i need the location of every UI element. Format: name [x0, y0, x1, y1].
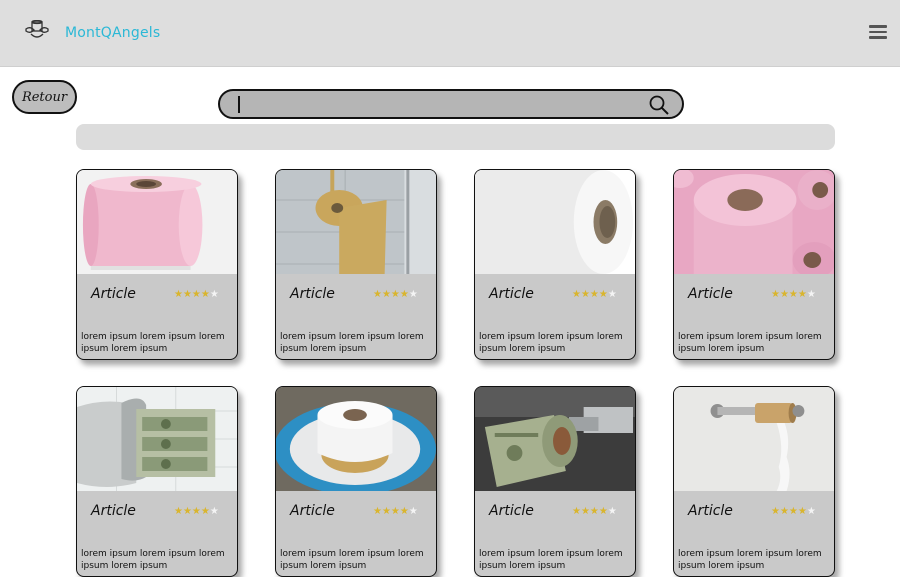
product-title: Article	[489, 503, 534, 519]
product-card[interactable]: Article ★★★★★ lorem ipsum lorem ipsum lo…	[474, 386, 636, 577]
product-description: lorem ipsum lorem ipsum lorem ipsum lore…	[678, 549, 822, 571]
angel-logo-icon[interactable]	[24, 20, 50, 42]
product-title: Article	[91, 286, 136, 302]
search-icon[interactable]	[648, 94, 670, 116]
product-card[interactable]: Article ★★★★★ lorem ipsum lorem ipsum lo…	[76, 386, 238, 577]
product-title: Article	[91, 503, 136, 519]
rating-stars: ★★★★★	[373, 506, 418, 517]
product-card[interactable]: Article ★★★★★ lorem ipsum lorem ipsum lo…	[673, 386, 835, 577]
product-card[interactable]: Article ★★★★★ lorem ipsum lorem ipsum lo…	[275, 386, 437, 577]
product-description: lorem ipsum lorem ipsum lorem ipsum lore…	[280, 332, 424, 354]
product-title: Article	[489, 286, 534, 302]
filter-bar[interactable]	[76, 124, 835, 150]
rating-stars: ★★★★★	[771, 506, 816, 517]
top-bar: MontQAngels	[0, 0, 900, 67]
product-image-dollar-roll-dispenser	[77, 387, 237, 491]
search-input[interactable]	[234, 94, 634, 114]
product-card[interactable]: Article ★★★★★ lorem ipsum lorem ipsum lo…	[673, 169, 835, 360]
rating-stars: ★★★★★	[174, 506, 219, 517]
product-description: lorem ipsum lorem ipsum lorem ipsum lore…	[678, 332, 822, 354]
rating-stars: ★★★★★	[771, 289, 816, 300]
product-description: lorem ipsum lorem ipsum lorem ipsum lore…	[81, 549, 225, 571]
rating-stars: ★★★★★	[572, 506, 617, 517]
product-image-empty-roll-holder	[674, 387, 834, 491]
product-image-gold-toilet-paper-holder	[276, 170, 436, 274]
product-card[interactable]: Article ★★★★★ lorem ipsum lorem ipsum lo…	[474, 169, 636, 360]
brand-name[interactable]: MontQAngels	[65, 25, 160, 41]
product-title: Article	[290, 286, 335, 302]
product-card[interactable]: Article ★★★★★ lorem ipsum lorem ipsum lo…	[275, 169, 437, 360]
product-description: lorem ipsum lorem ipsum lorem ipsum lore…	[81, 332, 225, 354]
rating-stars: ★★★★★	[572, 289, 617, 300]
search-bar[interactable]	[218, 89, 684, 119]
product-title: Article	[688, 286, 733, 302]
product-image-white-toilet-roll	[475, 170, 635, 274]
product-image-pink-toilet-rolls-stack	[674, 170, 834, 274]
product-image-roll-on-plate	[276, 387, 436, 491]
hamburger-menu-icon[interactable]	[869, 25, 887, 41]
product-title: Article	[290, 503, 335, 519]
product-image-dollar-roll-holder	[475, 387, 635, 491]
product-description: lorem ipsum lorem ipsum lorem ipsum lore…	[479, 549, 623, 571]
back-button[interactable]: Retour	[12, 80, 77, 114]
product-description: lorem ipsum lorem ipsum lorem ipsum lore…	[280, 549, 424, 571]
product-image-pink-toilet-roll	[77, 170, 237, 274]
rating-stars: ★★★★★	[373, 289, 418, 300]
rating-stars: ★★★★★	[174, 289, 219, 300]
product-card[interactable]: Article ★★★★★ lorem ipsum lorem ipsum lo…	[76, 169, 238, 360]
product-title: Article	[688, 503, 733, 519]
product-description: lorem ipsum lorem ipsum lorem ipsum lore…	[479, 332, 623, 354]
